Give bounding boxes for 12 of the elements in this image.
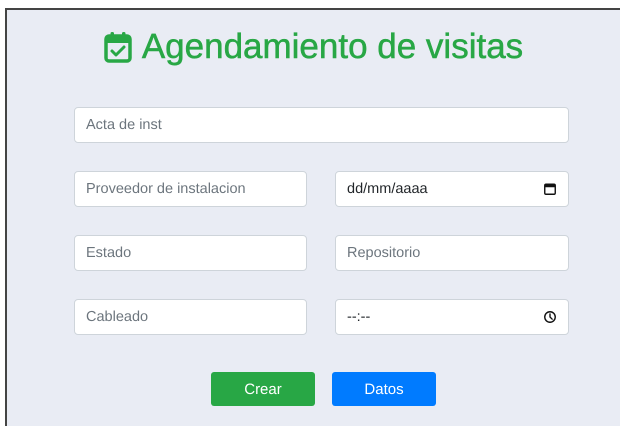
text-field[interactable]: Cableado [74,299,307,335]
calendar-icon[interactable] [543,182,557,196]
time-field[interactable]: --:-- [335,299,569,335]
text-field[interactable]: Estado [74,235,307,271]
calendar-check-icon [104,31,132,63]
text-field[interactable]: Acta de inst [74,107,569,143]
page-title: Agendamiento de visitas [142,26,524,68]
text-field[interactable]: Proveedor de instalacion [74,171,307,207]
clock-icon[interactable] [543,310,557,324]
text-field[interactable]: Repositorio [335,235,569,271]
action-button[interactable]: Datos [332,372,436,406]
date-field[interactable]: dd/mm/aaaa [335,171,569,207]
